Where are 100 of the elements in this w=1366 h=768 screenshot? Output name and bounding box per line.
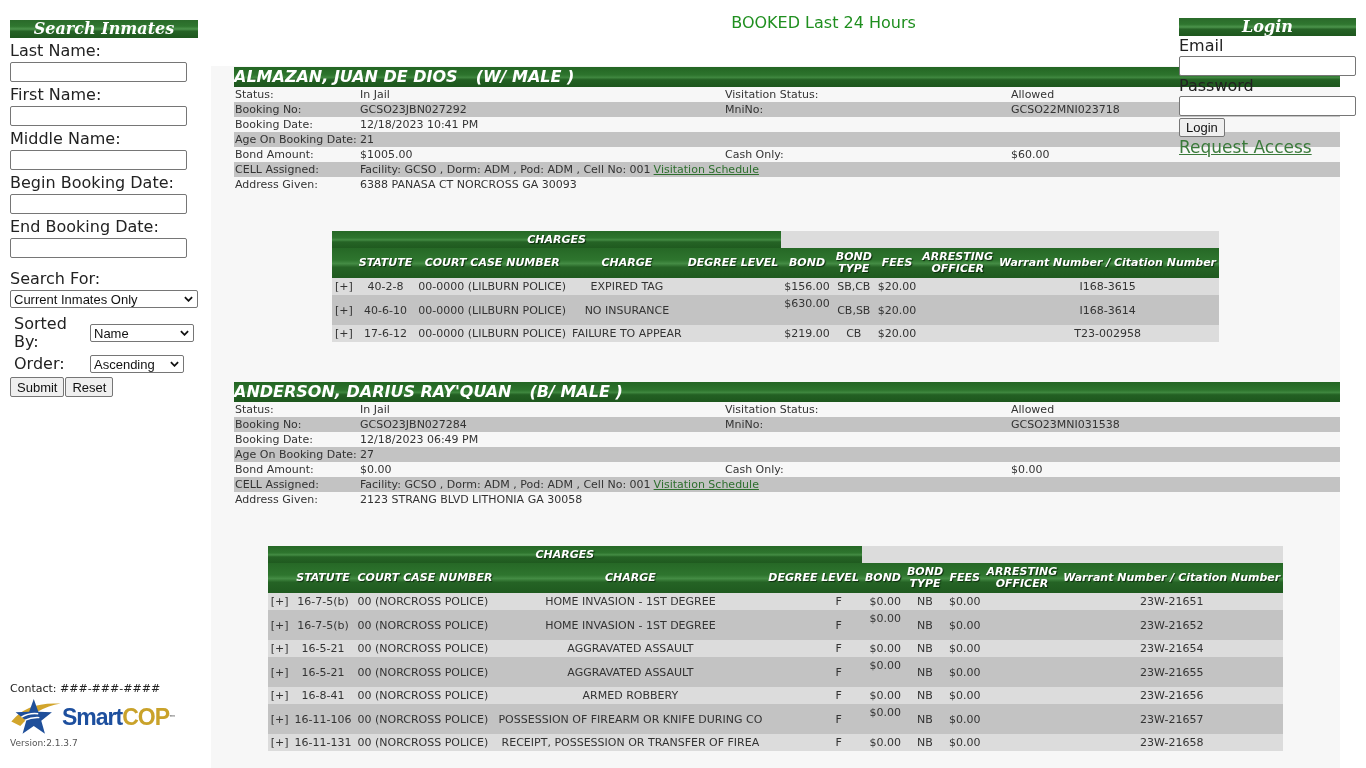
- field-label: Status:: [235, 87, 274, 102]
- field-value: 6388 PANASA CT NORCROSS GA 30093: [360, 178, 577, 191]
- column-header: ARRESTING OFFICER: [983, 563, 1061, 593]
- visitation-schedule-link[interactable]: Visitation Schedule: [653, 478, 759, 491]
- expand-toggle[interactable]: [+]: [270, 618, 289, 632]
- table-cell: $156.00: [781, 278, 833, 295]
- field-label: Last Name:: [10, 40, 101, 62]
- field-value: 27: [360, 448, 374, 461]
- expand-toggle[interactable]: [+]: [270, 665, 289, 679]
- inmate-race-sex: (W/ MALE ): [475, 67, 575, 87]
- table-cell: $0.00: [861, 640, 904, 657]
- submit-button[interactable]: Submit: [10, 377, 65, 397]
- field-value: GCSO22MNI023718: [1011, 102, 1120, 117]
- table-cell: 23W-21654: [1060, 640, 1284, 657]
- expand-toggle[interactable]: [+]: [270, 712, 289, 726]
- field-label: Begin Booking Date:: [10, 172, 174, 194]
- field-label: Cash Only:: [725, 462, 784, 477]
- column-header: STATUTE: [291, 563, 355, 593]
- field-value: $60.00: [1011, 147, 1050, 162]
- field-value: $0.00: [360, 463, 392, 476]
- table-cell: I168-3615: [996, 278, 1220, 295]
- table-cell: CB,SB: [832, 295, 875, 325]
- table-title: CHARGES: [331, 231, 782, 248]
- expand-toggle[interactable]: [+]: [334, 280, 353, 293]
- page-heading: BOOKED Last 24 Hours: [731, 13, 916, 32]
- table-cell: $0.00: [861, 687, 904, 704]
- expand-toggle[interactable]: [+]: [334, 327, 353, 340]
- expand-toggle[interactable]: [+]: [270, 689, 289, 702]
- field-label: Booking Date:: [235, 432, 313, 447]
- table-title: CHARGES: [267, 546, 862, 563]
- column-header: FEES: [946, 563, 984, 593]
- text-field[interactable]: [10, 238, 187, 258]
- field-label: Middle Name:: [10, 128, 121, 150]
- table-cell: 23W-21656: [1060, 687, 1284, 704]
- field-label: Visitation Status:: [725, 402, 819, 417]
- expand-toggle[interactable]: [+]: [270, 595, 289, 608]
- table-cell: $0.00: [861, 593, 904, 610]
- field-value: GCSO23JBN027292: [360, 103, 467, 116]
- field-label: Order:: [13, 355, 66, 373]
- field-value: $1005.00: [360, 148, 413, 161]
- field-label: Booking No:: [235, 417, 302, 432]
- expand-toggle[interactable]: [+]: [270, 642, 289, 655]
- table-cell: NB: [903, 610, 947, 640]
- text-field[interactable]: [10, 106, 187, 126]
- table-cell: $0.00: [946, 640, 984, 657]
- table-cell: $219.00: [781, 325, 833, 342]
- text-field[interactable]: [10, 194, 187, 214]
- panel-title: Search Inmates: [10, 20, 198, 38]
- field-label: Address Given:: [235, 492, 318, 507]
- column-header: ARRESTING OFFICER: [919, 248, 997, 278]
- chevron-down-icon: [170, 361, 179, 367]
- table-cell: 23W-21651: [1060, 593, 1284, 610]
- table-cell: 16-11-106: [291, 704, 355, 734]
- field-label: CELL Assigned:: [235, 162, 319, 177]
- expand-toggle[interactable]: [+]: [334, 303, 353, 317]
- table-cell: F: [765, 610, 862, 640]
- table-cell: F: [765, 687, 862, 704]
- sort-select[interactable]: Name: [90, 324, 194, 342]
- field-value: Allowed: [1011, 87, 1055, 102]
- star-logo-icon: [10, 698, 62, 735]
- table-cell: 40-6-10: [355, 295, 416, 325]
- version-text: Version:2.1.3.7: [10, 737, 78, 749]
- login-button[interactable]: Login: [1179, 118, 1225, 137]
- chevron-down-icon: [184, 296, 193, 302]
- visitation-schedule-link[interactable]: Visitation Schedule: [653, 163, 759, 176]
- table-cell: $0.00: [861, 657, 904, 687]
- order-select[interactable]: Ascending: [90, 355, 184, 373]
- column-header: FEES: [874, 248, 920, 278]
- table-cell: $0.00: [861, 610, 904, 640]
- request-access-link[interactable]: Request Access: [1179, 137, 1312, 157]
- table-cell: HOME INVASION - 1ST DEGREE: [495, 593, 766, 610]
- table-cell: 00 (NORCROSS POLICE): [354, 610, 496, 640]
- text-field[interactable]: [1179, 96, 1356, 116]
- text-field[interactable]: [10, 150, 187, 170]
- text-field[interactable]: [10, 62, 187, 82]
- table-cell: 00 (NORCROSS POLICE): [354, 593, 496, 610]
- table-cell: $20.00: [874, 278, 920, 295]
- table-cell: CB: [832, 325, 875, 342]
- table-cell: F: [765, 657, 862, 687]
- column-header: BOND TYPE: [903, 563, 947, 593]
- field-value: 21: [360, 133, 374, 146]
- table-cell: 23W-21658: [1060, 734, 1284, 751]
- table-cell: $630.00: [781, 295, 833, 325]
- table-cell: FAILURE TO APPEAR: [569, 325, 685, 342]
- table-cell: F: [765, 704, 862, 734]
- table-cell: 23W-21652: [1060, 610, 1284, 640]
- field-label: CELL Assigned:: [235, 477, 319, 492]
- column-header: BOND: [781, 248, 833, 278]
- table-cell: 23W-21655: [1060, 657, 1284, 687]
- expand-toggle[interactable]: [+]: [270, 736, 289, 749]
- field-value: 2123 STRANG BLVD LITHONIA GA 30058: [360, 493, 583, 506]
- table-cell: 16-5-21: [291, 657, 355, 687]
- table-cell: AGGRAVATED ASSAULT: [495, 657, 766, 687]
- column-header: STATUTE: [355, 248, 416, 278]
- table-cell: SB,CB: [832, 278, 875, 295]
- text-field[interactable]: [1179, 56, 1356, 76]
- field-value: Facility: GCSO , Dorm: ADM , Pod: ADM , Cell No: 001: [360, 163, 651, 176]
- search-for-select[interactable]: Current Inmates Only: [10, 290, 198, 308]
- table-cell: 00 (NORCROSS POLICE): [354, 687, 496, 704]
- reset-button[interactable]: Reset: [65, 377, 114, 397]
